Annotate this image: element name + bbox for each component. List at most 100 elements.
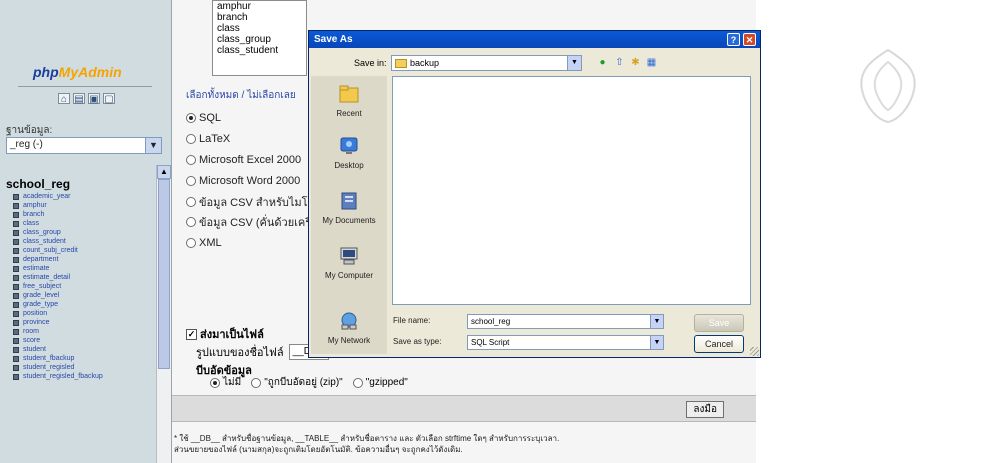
table-name[interactable]: student_regisled_fbackup bbox=[23, 372, 103, 381]
listbox-option[interactable]: class bbox=[217, 23, 302, 34]
back-icon[interactable]: ● bbox=[596, 56, 609, 69]
table-name[interactable]: department bbox=[23, 255, 58, 264]
table-list-item[interactable]: estimate bbox=[13, 264, 153, 273]
table-list-item[interactable]: student_regisled_fbackup bbox=[13, 372, 153, 381]
table-icon[interactable] bbox=[13, 193, 19, 200]
save-button[interactable]: Save bbox=[694, 314, 744, 332]
table-name[interactable]: student_fbackup bbox=[23, 354, 74, 363]
table-icon[interactable] bbox=[13, 238, 19, 245]
table-name[interactable]: estimate_detail bbox=[23, 273, 70, 282]
table-list-item[interactable]: score bbox=[13, 336, 153, 345]
table-select-listbox[interactable]: amphur branch class class_group class_studen… bbox=[212, 0, 307, 76]
send-as-file-option[interactable]: ✓ ส่งมาเป็นไฟล์ bbox=[186, 325, 264, 343]
table-list-item[interactable]: grade_level bbox=[13, 291, 153, 300]
table-icon[interactable] bbox=[13, 346, 19, 353]
select-all-links[interactable]: เลือกทั้งหมด / ไม่เลือกเลย bbox=[186, 88, 296, 103]
table-list-item[interactable]: estimate_detail bbox=[13, 273, 153, 282]
up-folder-icon[interactable]: ⇧ bbox=[613, 56, 626, 69]
table-list-item[interactable]: class bbox=[13, 219, 153, 228]
table-name[interactable]: province bbox=[23, 318, 49, 327]
export-format-option[interactable]: SQL bbox=[186, 108, 321, 129]
place-my-computer[interactable]: My Computer bbox=[311, 246, 387, 280]
save-in-select[interactable]: backup ▼ bbox=[391, 55, 582, 71]
table-icon[interactable] bbox=[13, 229, 19, 236]
radio-button[interactable] bbox=[186, 175, 196, 186]
table-list-item[interactable]: academic_year bbox=[13, 192, 153, 201]
table-name[interactable]: class bbox=[23, 219, 39, 228]
place-my-network[interactable]: My Network bbox=[311, 311, 387, 345]
export-format-option[interactable]: Microsoft Word 2000 bbox=[186, 170, 321, 191]
table-name[interactable]: estimate bbox=[23, 264, 49, 273]
chevron-down-icon[interactable]: ▼ bbox=[650, 336, 663, 349]
radio-button[interactable] bbox=[352, 377, 363, 388]
close-button[interactable]: ✕ bbox=[743, 33, 756, 46]
table-list-item[interactable]: student_fbackup bbox=[13, 354, 153, 363]
radio-button[interactable] bbox=[251, 377, 262, 388]
table-name[interactable]: student_regisled bbox=[23, 363, 74, 372]
chevron-down-icon[interactable]: ▼ bbox=[145, 138, 161, 153]
export-format-option[interactable]: LaTeX bbox=[186, 129, 321, 150]
radio-button[interactable] bbox=[186, 154, 196, 165]
table-name[interactable]: academic_year bbox=[23, 192, 70, 201]
send-as-file-checkbox[interactable]: ✓ bbox=[186, 328, 197, 340]
table-name[interactable]: score bbox=[23, 336, 40, 345]
listbox-option[interactable]: class_group bbox=[217, 34, 302, 45]
table-name[interactable]: count_subj_credit bbox=[23, 246, 78, 255]
listbox-option[interactable]: branch bbox=[217, 12, 302, 23]
home-icon[interactable]: ⌂ bbox=[58, 93, 70, 105]
table-icon[interactable] bbox=[13, 301, 19, 308]
radio-button[interactable] bbox=[186, 238, 196, 249]
scroll-up-icon[interactable]: ▲ bbox=[157, 165, 171, 179]
save-as-type-select[interactable]: SQL Script ▼ bbox=[467, 335, 664, 350]
dialog-title-bar[interactable]: Save As ? ✕ bbox=[309, 31, 760, 48]
docs-icon[interactable]: ▣ bbox=[88, 93, 100, 105]
listbox-option[interactable]: class_student bbox=[217, 45, 302, 56]
table-icon[interactable] bbox=[13, 292, 19, 299]
radio-button[interactable] bbox=[186, 134, 196, 145]
table-icon[interactable] bbox=[13, 220, 19, 227]
table-list-item[interactable]: free_subject bbox=[13, 282, 153, 291]
table-name[interactable]: grade_level bbox=[23, 291, 59, 300]
compression-option[interactable]: "ถูกบีบอัดอยู่ (zip)" bbox=[251, 375, 343, 390]
table-list-item[interactable]: count_subj_credit bbox=[13, 246, 153, 255]
table-icon[interactable] bbox=[13, 265, 19, 272]
export-format-option[interactable]: Microsoft Excel 2000 bbox=[186, 150, 321, 171]
radio-button[interactable] bbox=[186, 196, 196, 207]
table-icon[interactable] bbox=[13, 328, 19, 335]
resize-grip[interactable] bbox=[750, 347, 759, 356]
table-icon[interactable] bbox=[13, 337, 19, 344]
table-icon[interactable] bbox=[13, 202, 19, 209]
scrollbar-thumb[interactable] bbox=[158, 179, 170, 369]
table-icon[interactable] bbox=[13, 355, 19, 362]
table-icon[interactable] bbox=[13, 310, 19, 317]
table-name[interactable]: grade_type bbox=[23, 300, 58, 309]
sql-window-icon[interactable]: ▤ bbox=[73, 93, 85, 105]
table-name[interactable]: position bbox=[23, 309, 47, 318]
listbox-option[interactable]: amphur bbox=[217, 1, 302, 12]
file-list-view[interactable] bbox=[392, 76, 751, 305]
left-scrollbar[interactable]: ▲ bbox=[156, 165, 171, 463]
radio-button[interactable] bbox=[210, 377, 220, 388]
table-name[interactable]: student bbox=[23, 345, 46, 354]
radio-button[interactable] bbox=[186, 113, 196, 124]
table-list-item[interactable]: student bbox=[13, 345, 153, 354]
table-name[interactable]: class_student bbox=[23, 237, 66, 246]
table-list-item[interactable]: room bbox=[13, 327, 153, 336]
chevron-down-icon[interactable]: ▼ bbox=[650, 315, 663, 328]
table-name[interactable]: room bbox=[23, 327, 39, 336]
go-button[interactable]: ลงมือ bbox=[686, 401, 724, 418]
table-list-item[interactable]: branch bbox=[13, 210, 153, 219]
export-format-option[interactable]: XML bbox=[186, 233, 321, 254]
table-icon[interactable] bbox=[13, 283, 19, 290]
cancel-button[interactable]: Cancel bbox=[694, 335, 744, 353]
phpmyadmin-logo[interactable]: phpMyAdmin bbox=[33, 64, 122, 80]
table-list-item[interactable]: class_student bbox=[13, 237, 153, 246]
file-name-input[interactable]: school_reg ▼ bbox=[467, 314, 664, 329]
radio-button[interactable] bbox=[186, 217, 196, 228]
table-name[interactable]: branch bbox=[23, 210, 44, 219]
table-list-item[interactable]: amphur bbox=[13, 201, 153, 210]
table-list-item[interactable]: grade_type bbox=[13, 300, 153, 309]
place-my-documents[interactable]: My Documents bbox=[311, 191, 387, 225]
table-icon[interactable] bbox=[13, 319, 19, 326]
table-list-item[interactable]: position bbox=[13, 309, 153, 318]
